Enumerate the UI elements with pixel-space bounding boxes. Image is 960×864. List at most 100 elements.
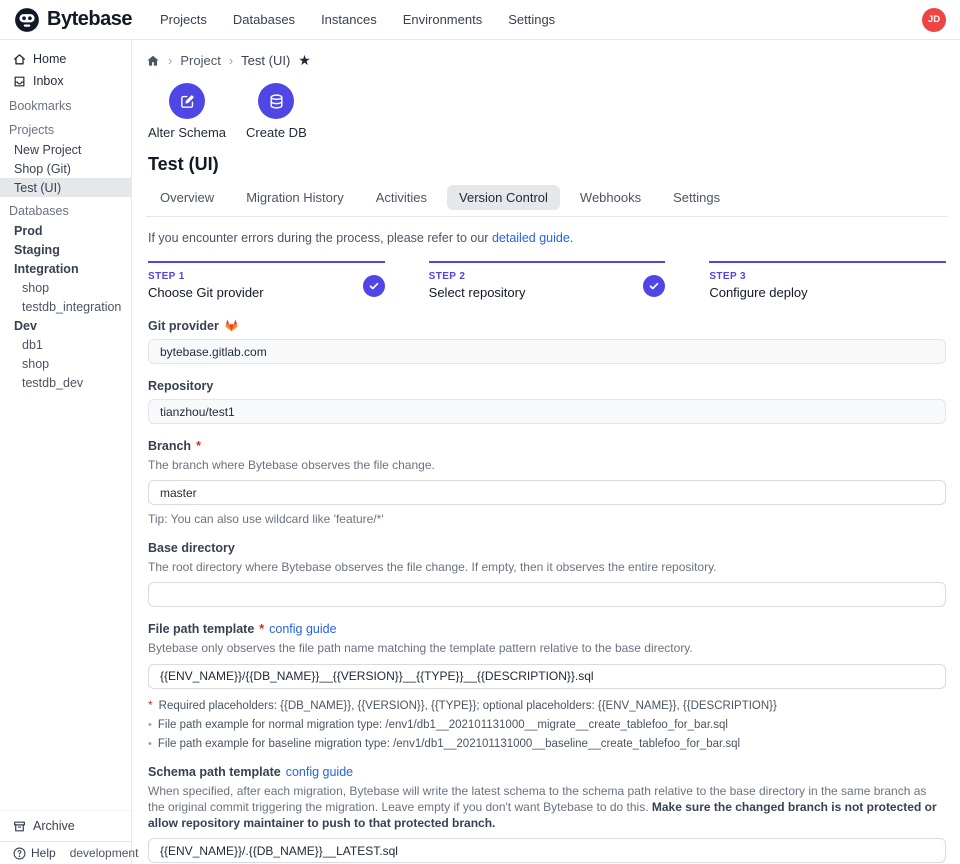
file-path-notes: * Required placeholders: {{DB_NAME}}, {{… bbox=[148, 698, 946, 750]
version-control-panel: If you encounter errors during the proce… bbox=[146, 217, 948, 864]
alter-schema-button[interactable]: Alter Schema bbox=[148, 83, 226, 140]
tab-bar: Overview Migration History Activities Ve… bbox=[146, 185, 948, 217]
schema-path-config-guide-link[interactable]: config guide bbox=[286, 765, 353, 779]
branch-help: The branch where Bytebase observes the f… bbox=[148, 457, 946, 473]
file-path-template-field: File path template * config guide Byteba… bbox=[148, 622, 946, 749]
sidebar-env-integration[interactable]: Integration bbox=[0, 259, 131, 278]
sidebar-footer: Help development bbox=[0, 841, 131, 864]
sidebar-env-prod[interactable]: Prod bbox=[0, 221, 131, 240]
bullet-icon: • bbox=[148, 738, 152, 750]
note-item: • File path example for normal migration… bbox=[148, 719, 946, 731]
schema-path-template-input[interactable] bbox=[148, 838, 946, 863]
sidebar-section-projects: Projects bbox=[0, 116, 131, 140]
home-icon[interactable] bbox=[146, 54, 160, 68]
git-provider-input[interactable] bbox=[148, 339, 946, 364]
file-path-config-guide-link[interactable]: config guide bbox=[269, 622, 336, 636]
repository-input[interactable] bbox=[148, 399, 946, 424]
sidebar-spacer bbox=[0, 392, 131, 810]
sidebar-item-shop-git[interactable]: Shop (Git) bbox=[0, 159, 131, 178]
sidebar-item-new-project[interactable]: New Project bbox=[0, 140, 131, 159]
page-title: Test (UI) bbox=[148, 154, 948, 175]
detailed-guide-link[interactable]: detailed guide bbox=[492, 231, 570, 245]
branch-label: Branch bbox=[148, 439, 191, 453]
schema-path-template-field: Schema path template config guide When s… bbox=[148, 765, 946, 864]
sidebar-db-testdb-dev[interactable]: testdb_dev bbox=[0, 373, 131, 392]
error-notice: If you encounter errors during the proce… bbox=[148, 231, 946, 245]
tab-overview[interactable]: Overview bbox=[148, 185, 226, 210]
tab-version-control[interactable]: Version Control bbox=[447, 185, 560, 210]
nav-link-settings[interactable]: Settings bbox=[508, 12, 555, 27]
tab-activities[interactable]: Activities bbox=[364, 185, 439, 210]
note-item: • File path example for baseline migrati… bbox=[148, 738, 946, 750]
create-db-button[interactable]: Create DB bbox=[246, 83, 307, 140]
sidebar-item-inbox[interactable]: Inbox bbox=[0, 70, 131, 92]
base-directory-input[interactable] bbox=[148, 582, 946, 607]
branch-input[interactable] bbox=[148, 480, 946, 505]
inbox-icon bbox=[13, 75, 26, 88]
required-asterisk: * bbox=[259, 622, 264, 636]
chevron-right-icon: › bbox=[168, 53, 172, 68]
bookmark-star-icon[interactable]: ★ bbox=[298, 52, 311, 69]
user-avatar[interactable]: JD bbox=[922, 8, 946, 32]
required-asterisk: * bbox=[148, 698, 153, 712]
base-directory-help: The root directory where Bytebase observ… bbox=[148, 559, 946, 575]
edit-schema-icon bbox=[169, 83, 205, 119]
version-label: development bbox=[70, 846, 139, 860]
wizard-steps: STEP 1 Choose Git provider STEP 2 Select… bbox=[148, 261, 946, 300]
step-2: STEP 2 Select repository bbox=[429, 261, 666, 300]
step-1: STEP 1 Choose Git provider bbox=[148, 261, 385, 300]
sidebar-env-dev[interactable]: Dev bbox=[0, 316, 131, 335]
main-nav: Projects Databases Instances Environment… bbox=[160, 12, 922, 27]
file-path-template-help: Bytebase only observes the file path nam… bbox=[148, 640, 946, 656]
step-3: STEP 3 Configure deploy bbox=[709, 261, 946, 300]
nav-link-environments[interactable]: Environments bbox=[403, 12, 482, 27]
database-icon bbox=[258, 83, 294, 119]
file-path-template-label: File path template bbox=[148, 622, 254, 636]
step-3-name: Configure deploy bbox=[709, 285, 807, 300]
git-provider-field: Git provider bbox=[148, 318, 946, 364]
step-3-label: STEP 3 bbox=[709, 271, 807, 282]
sidebar-item-archive[interactable]: Archive bbox=[0, 810, 131, 841]
step-2-label: STEP 2 bbox=[429, 271, 526, 282]
gitlab-icon bbox=[224, 318, 239, 333]
sidebar-item-test-ui[interactable]: Test (UI) bbox=[0, 178, 131, 197]
breadcrumb-project[interactable]: Project bbox=[180, 53, 220, 68]
repository-label: Repository bbox=[148, 379, 213, 393]
step-2-check-icon bbox=[643, 275, 665, 297]
sidebar-db-shop-integration[interactable]: shop bbox=[0, 278, 131, 297]
repository-field: Repository bbox=[148, 379, 946, 424]
sidebar-db-shop-dev[interactable]: shop bbox=[0, 354, 131, 373]
sidebar-section-bookmarks: Bookmarks bbox=[0, 92, 131, 116]
sidebar-env-staging[interactable]: Staging bbox=[0, 240, 131, 259]
brand[interactable]: Bytebase bbox=[14, 7, 132, 33]
help-button[interactable]: Help bbox=[13, 846, 56, 860]
chevron-right-icon: › bbox=[229, 53, 233, 68]
tab-settings[interactable]: Settings bbox=[661, 185, 732, 210]
nav-link-instances[interactable]: Instances bbox=[321, 12, 377, 27]
file-path-template-input[interactable] bbox=[148, 664, 946, 689]
help-icon bbox=[13, 847, 26, 860]
nav-link-databases[interactable]: Databases bbox=[233, 12, 295, 27]
step-1-label: STEP 1 bbox=[148, 271, 264, 282]
home-icon bbox=[13, 53, 26, 66]
step-2-name: Select repository bbox=[429, 285, 526, 300]
schema-path-template-help: When specified, after each migration, By… bbox=[148, 783, 946, 832]
branch-tip: Tip: You can also use wildcard like 'fea… bbox=[148, 512, 946, 526]
top-navbar: Bytebase Projects Databases Instances En… bbox=[0, 0, 960, 40]
step-1-name: Choose Git provider bbox=[148, 285, 264, 300]
sidebar-db-db1[interactable]: db1 bbox=[0, 335, 131, 354]
step-1-check-icon bbox=[363, 275, 385, 297]
schema-path-template-label: Schema path template bbox=[148, 765, 281, 779]
git-provider-label: Git provider bbox=[148, 319, 219, 333]
archive-icon bbox=[13, 820, 26, 833]
brand-name: Bytebase bbox=[47, 8, 132, 31]
quick-actions: Alter Schema Create DB bbox=[148, 83, 948, 140]
tab-migration-history[interactable]: Migration History bbox=[234, 185, 356, 210]
nav-link-projects[interactable]: Projects bbox=[160, 12, 207, 27]
tab-webhooks[interactable]: Webhooks bbox=[568, 185, 653, 210]
sidebar-item-home[interactable]: Home bbox=[0, 48, 131, 70]
sidebar-db-testdb-integration[interactable]: testdb_integration bbox=[0, 297, 131, 316]
sidebar-section-databases: Databases bbox=[0, 197, 131, 221]
required-asterisk: * bbox=[196, 439, 201, 453]
base-directory-label: Base directory bbox=[148, 541, 235, 555]
